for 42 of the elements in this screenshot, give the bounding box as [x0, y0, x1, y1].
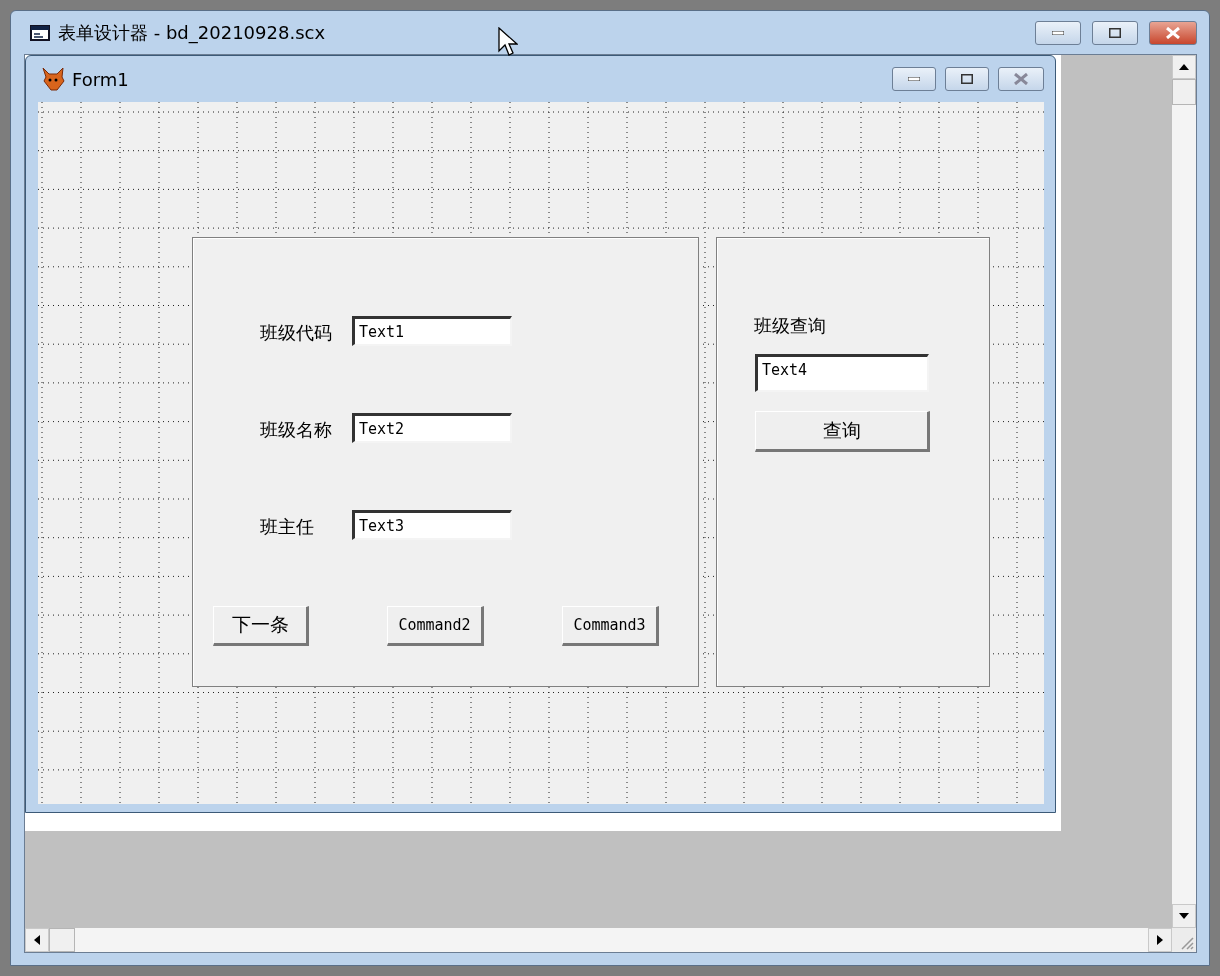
scroll-thumb[interactable]	[49, 928, 75, 952]
horizontal-scrollbar[interactable]	[25, 928, 1172, 952]
resize-grip-icon[interactable]	[1180, 936, 1194, 950]
vertical-scrollbar[interactable]	[1172, 55, 1196, 928]
field-label: 班级代码	[260, 321, 332, 345]
minimize-icon	[1052, 30, 1064, 35]
field-label: 班级名称	[260, 418, 332, 442]
close-icon	[1014, 73, 1028, 85]
down-arrow-icon	[1179, 913, 1189, 919]
text-box[interactable]: Text2	[352, 413, 512, 443]
minimize-icon	[908, 77, 920, 81]
right-arrow-icon	[1157, 935, 1163, 945]
text-box[interactable]: Text3	[352, 510, 512, 540]
left-arrow-icon	[34, 935, 40, 945]
scroll-thumb[interactable]	[1172, 79, 1196, 105]
minimize-button[interactable]	[1035, 20, 1081, 45]
scroll-up-button[interactable]	[1172, 55, 1196, 79]
fox-icon	[40, 66, 66, 92]
up-arrow-icon	[1179, 64, 1189, 70]
mouse-cursor-icon	[498, 27, 518, 57]
query-label: 班级查询	[754, 314, 826, 338]
maximize-button[interactable]	[945, 67, 989, 91]
query-button[interactable]: 查询	[755, 411, 930, 452]
maximize-icon	[1109, 27, 1121, 38]
close-button[interactable]	[998, 67, 1044, 91]
maximize-icon	[961, 74, 973, 84]
maximize-button[interactable]	[1092, 20, 1138, 45]
minimize-button[interactable]	[892, 67, 936, 91]
field-label: 班主任	[260, 515, 314, 539]
query-text-box[interactable]: Text4	[755, 354, 929, 392]
scroll-right-button[interactable]	[1148, 928, 1172, 952]
form-designer-icon	[30, 24, 50, 41]
command-button[interactable]: 下一条	[213, 606, 309, 646]
window-title: 表单设计器 - bd_20210928.scx	[58, 20, 326, 45]
text-box[interactable]: Text1	[352, 316, 512, 346]
scroll-left-button[interactable]	[25, 928, 49, 952]
command-button[interactable]: Command2	[387, 606, 484, 646]
close-button[interactable]	[1149, 20, 1197, 45]
close-icon	[1166, 26, 1180, 39]
scroll-down-button[interactable]	[1172, 904, 1196, 928]
command-button[interactable]: Command3	[562, 606, 659, 646]
form-title: Form1	[72, 68, 129, 90]
